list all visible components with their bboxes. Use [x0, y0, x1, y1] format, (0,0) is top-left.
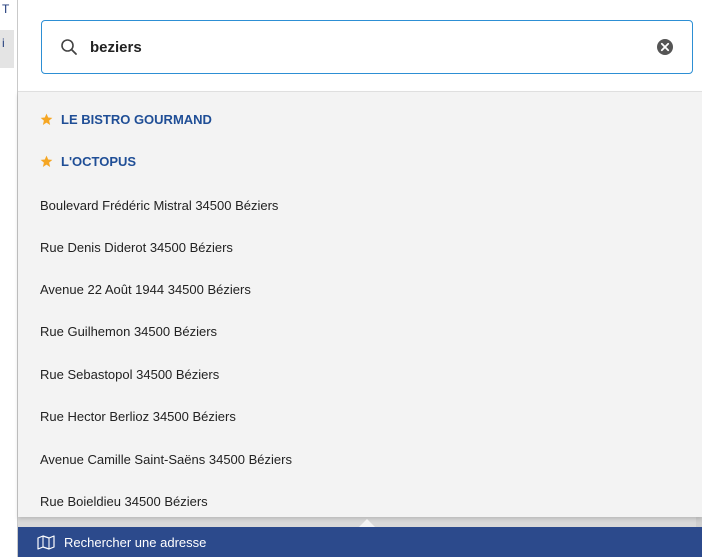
result-address-item[interactable]: Avenue Camille Saint-Saëns 34500 Béziers — [18, 438, 702, 480]
result-label: Boulevard Frédéric Mistral 34500 Béziers — [40, 197, 279, 213]
result-address-item[interactable]: Rue Boieldieu 34500 Béziers — [18, 480, 702, 522]
search-box[interactable] — [41, 20, 693, 74]
search-panel — [18, 0, 702, 92]
result-label: Rue Denis Diderot 34500 Béziers — [40, 239, 233, 255]
result-label: Rue Sebastopol 34500 Béziers — [40, 366, 220, 382]
background-fragment: i — [2, 36, 5, 50]
result-label: LE BISTRO GOURMAND — [61, 111, 212, 127]
result-label: Avenue Camille Saint-Saëns 34500 Béziers — [40, 451, 292, 467]
result-label: Rue Hector Berlioz 34500 Béziers — [40, 408, 236, 424]
search-input[interactable] — [90, 35, 630, 59]
star-icon — [40, 113, 53, 125]
clear-icon[interactable] — [656, 38, 674, 56]
result-favorite-item[interactable]: L'OCTOPUS — [18, 140, 702, 182]
result-label: L'OCTOPUS — [61, 153, 137, 169]
star-icon — [40, 155, 53, 167]
background-fragment: T — [2, 2, 10, 16]
background-page: T i — [0, 0, 18, 557]
search-address-bar[interactable]: Rechercher une adresse — [18, 527, 702, 557]
result-address-item[interactable]: Rue Guilhemon 34500 Béziers — [18, 310, 702, 352]
search-results-list: LE BISTRO GOURMAND L'OCTOPUS Boulevard F… — [18, 92, 702, 517]
result-address-item[interactable]: Rue Denis Diderot 34500 Béziers — [18, 226, 702, 268]
result-label: Avenue 22 Août 1944 34500 Béziers — [40, 281, 251, 297]
search-address-label: Rechercher une adresse — [64, 534, 207, 550]
result-address-item[interactable]: Rue Sebastopol 34500 Béziers — [18, 353, 702, 395]
result-label: Rue Guilhemon 34500 Béziers — [40, 323, 218, 339]
result-address-item[interactable]: Boulevard Frédéric Mistral 34500 Béziers — [18, 184, 702, 226]
result-address-item[interactable]: Avenue 22 Août 1944 34500 Béziers — [18, 268, 702, 310]
result-label: Rue Boieldieu 34500 Béziers — [40, 493, 208, 509]
result-address-item[interactable]: Rue Hector Berlioz 34500 Béziers — [18, 395, 702, 437]
map-icon — [37, 535, 55, 550]
search-icon — [61, 39, 77, 55]
result-favorite-item[interactable]: LE BISTRO GOURMAND — [18, 98, 702, 140]
